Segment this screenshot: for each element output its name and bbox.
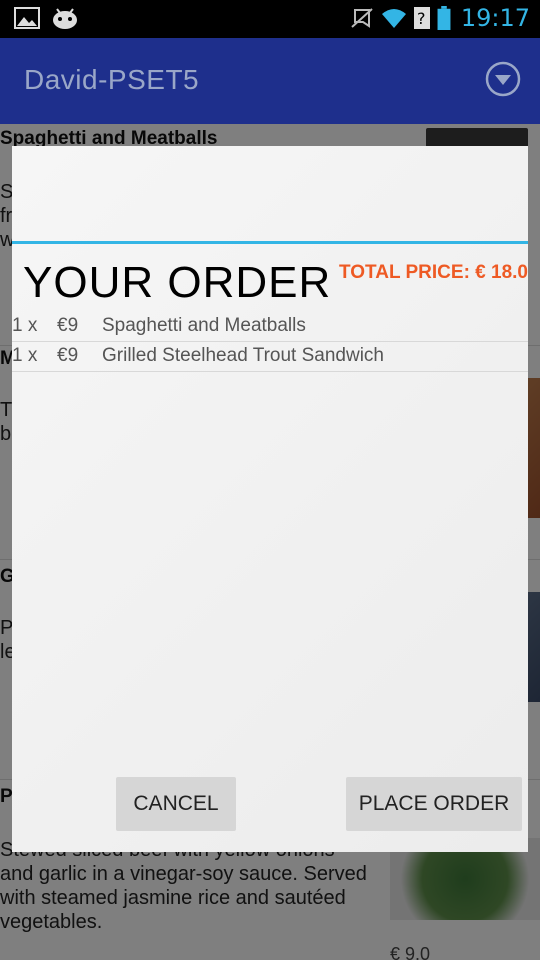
mute-icon [351, 8, 373, 28]
status-time: 19:17 [460, 4, 530, 32]
order-heading: YOUR ORDER [23, 258, 332, 307]
battery-icon [437, 6, 451, 30]
order-price: €9 [57, 315, 79, 336]
order-item-name: Spaghetti and Meatballs [102, 315, 306, 336]
android-icon [53, 8, 77, 29]
total-price: TOTAL PRICE: € 18.0 [339, 262, 528, 283]
order-item-name: Grilled Steelhead Trout Sandwich [102, 345, 384, 366]
status-bar: ? 19:17 [0, 0, 540, 38]
place-order-button[interactable]: PLACE ORDER [346, 777, 522, 831]
no-sim-icon: ? [413, 7, 430, 29]
order-price: €9 [57, 345, 79, 366]
dialog-divider [12, 241, 528, 244]
action-bar: David-PSET5 [0, 38, 540, 124]
dropdown-circle-icon[interactable] [484, 60, 522, 98]
cancel-button[interactable]: CANCEL [116, 777, 236, 831]
gallery-icon [14, 7, 40, 29]
wifi-icon [381, 9, 406, 28]
svg-text:?: ? [417, 9, 426, 28]
order-quantity: 1 x [12, 345, 38, 366]
order-row[interactable]: 1 x €9 Spaghetti and Meatballs [12, 312, 528, 342]
order-dialog: YOUR ORDER TOTAL PRICE: € 18.0 1 x €9 Sp… [12, 146, 528, 852]
order-row[interactable]: 1 x €9 Grilled Steelhead Trout Sandwich [12, 342, 528, 372]
dialog-title-area [12, 146, 528, 242]
order-quantity: 1 x [12, 315, 38, 336]
app-title: David-PSET5 [24, 64, 200, 95]
